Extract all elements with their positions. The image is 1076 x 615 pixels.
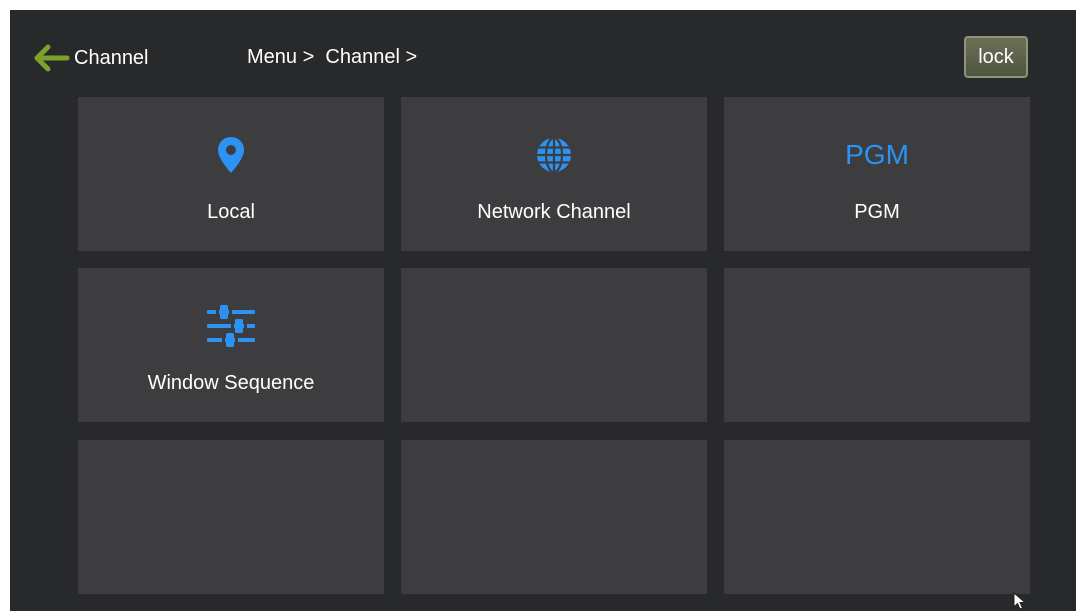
lock-button[interactable]: lock	[964, 36, 1028, 78]
sliders-icon	[78, 305, 384, 347]
tile-empty[interactable]	[724, 440, 1030, 594]
tile-empty[interactable]	[78, 440, 384, 594]
tile-pgm[interactable]: PGM PGM	[724, 97, 1030, 251]
globe-icon	[401, 135, 707, 175]
tile-label: Window Sequence	[147, 372, 315, 394]
tile-window-sequence[interactable]: Window Sequence	[78, 268, 384, 422]
tile-empty[interactable]	[401, 440, 707, 594]
location-pin-icon	[78, 135, 384, 175]
tile-local[interactable]: Local	[78, 97, 384, 251]
pgm-icon: PGM	[724, 135, 1030, 175]
top-bar: Channel Menu > Channel > lock	[10, 10, 1076, 96]
tile-empty[interactable]	[724, 268, 1030, 422]
tile-label: PGM	[854, 201, 900, 223]
breadcrumb: Menu > Channel >	[247, 46, 418, 68]
pgm-icon-text: PGM	[845, 139, 909, 170]
channel-screen: Channel Menu > Channel > lock Local Netw…	[10, 10, 1076, 611]
back-label: Channel	[74, 46, 149, 69]
tile-label: Network Channel	[477, 201, 631, 223]
tile-empty[interactable]	[401, 268, 707, 422]
tile-network-channel[interactable]: Network Channel	[401, 97, 707, 251]
back-arrow-icon	[34, 44, 70, 72]
back-button[interactable]: Channel	[34, 42, 149, 74]
tile-label: Local	[207, 201, 255, 223]
mouse-cursor-icon	[1013, 591, 1027, 615]
